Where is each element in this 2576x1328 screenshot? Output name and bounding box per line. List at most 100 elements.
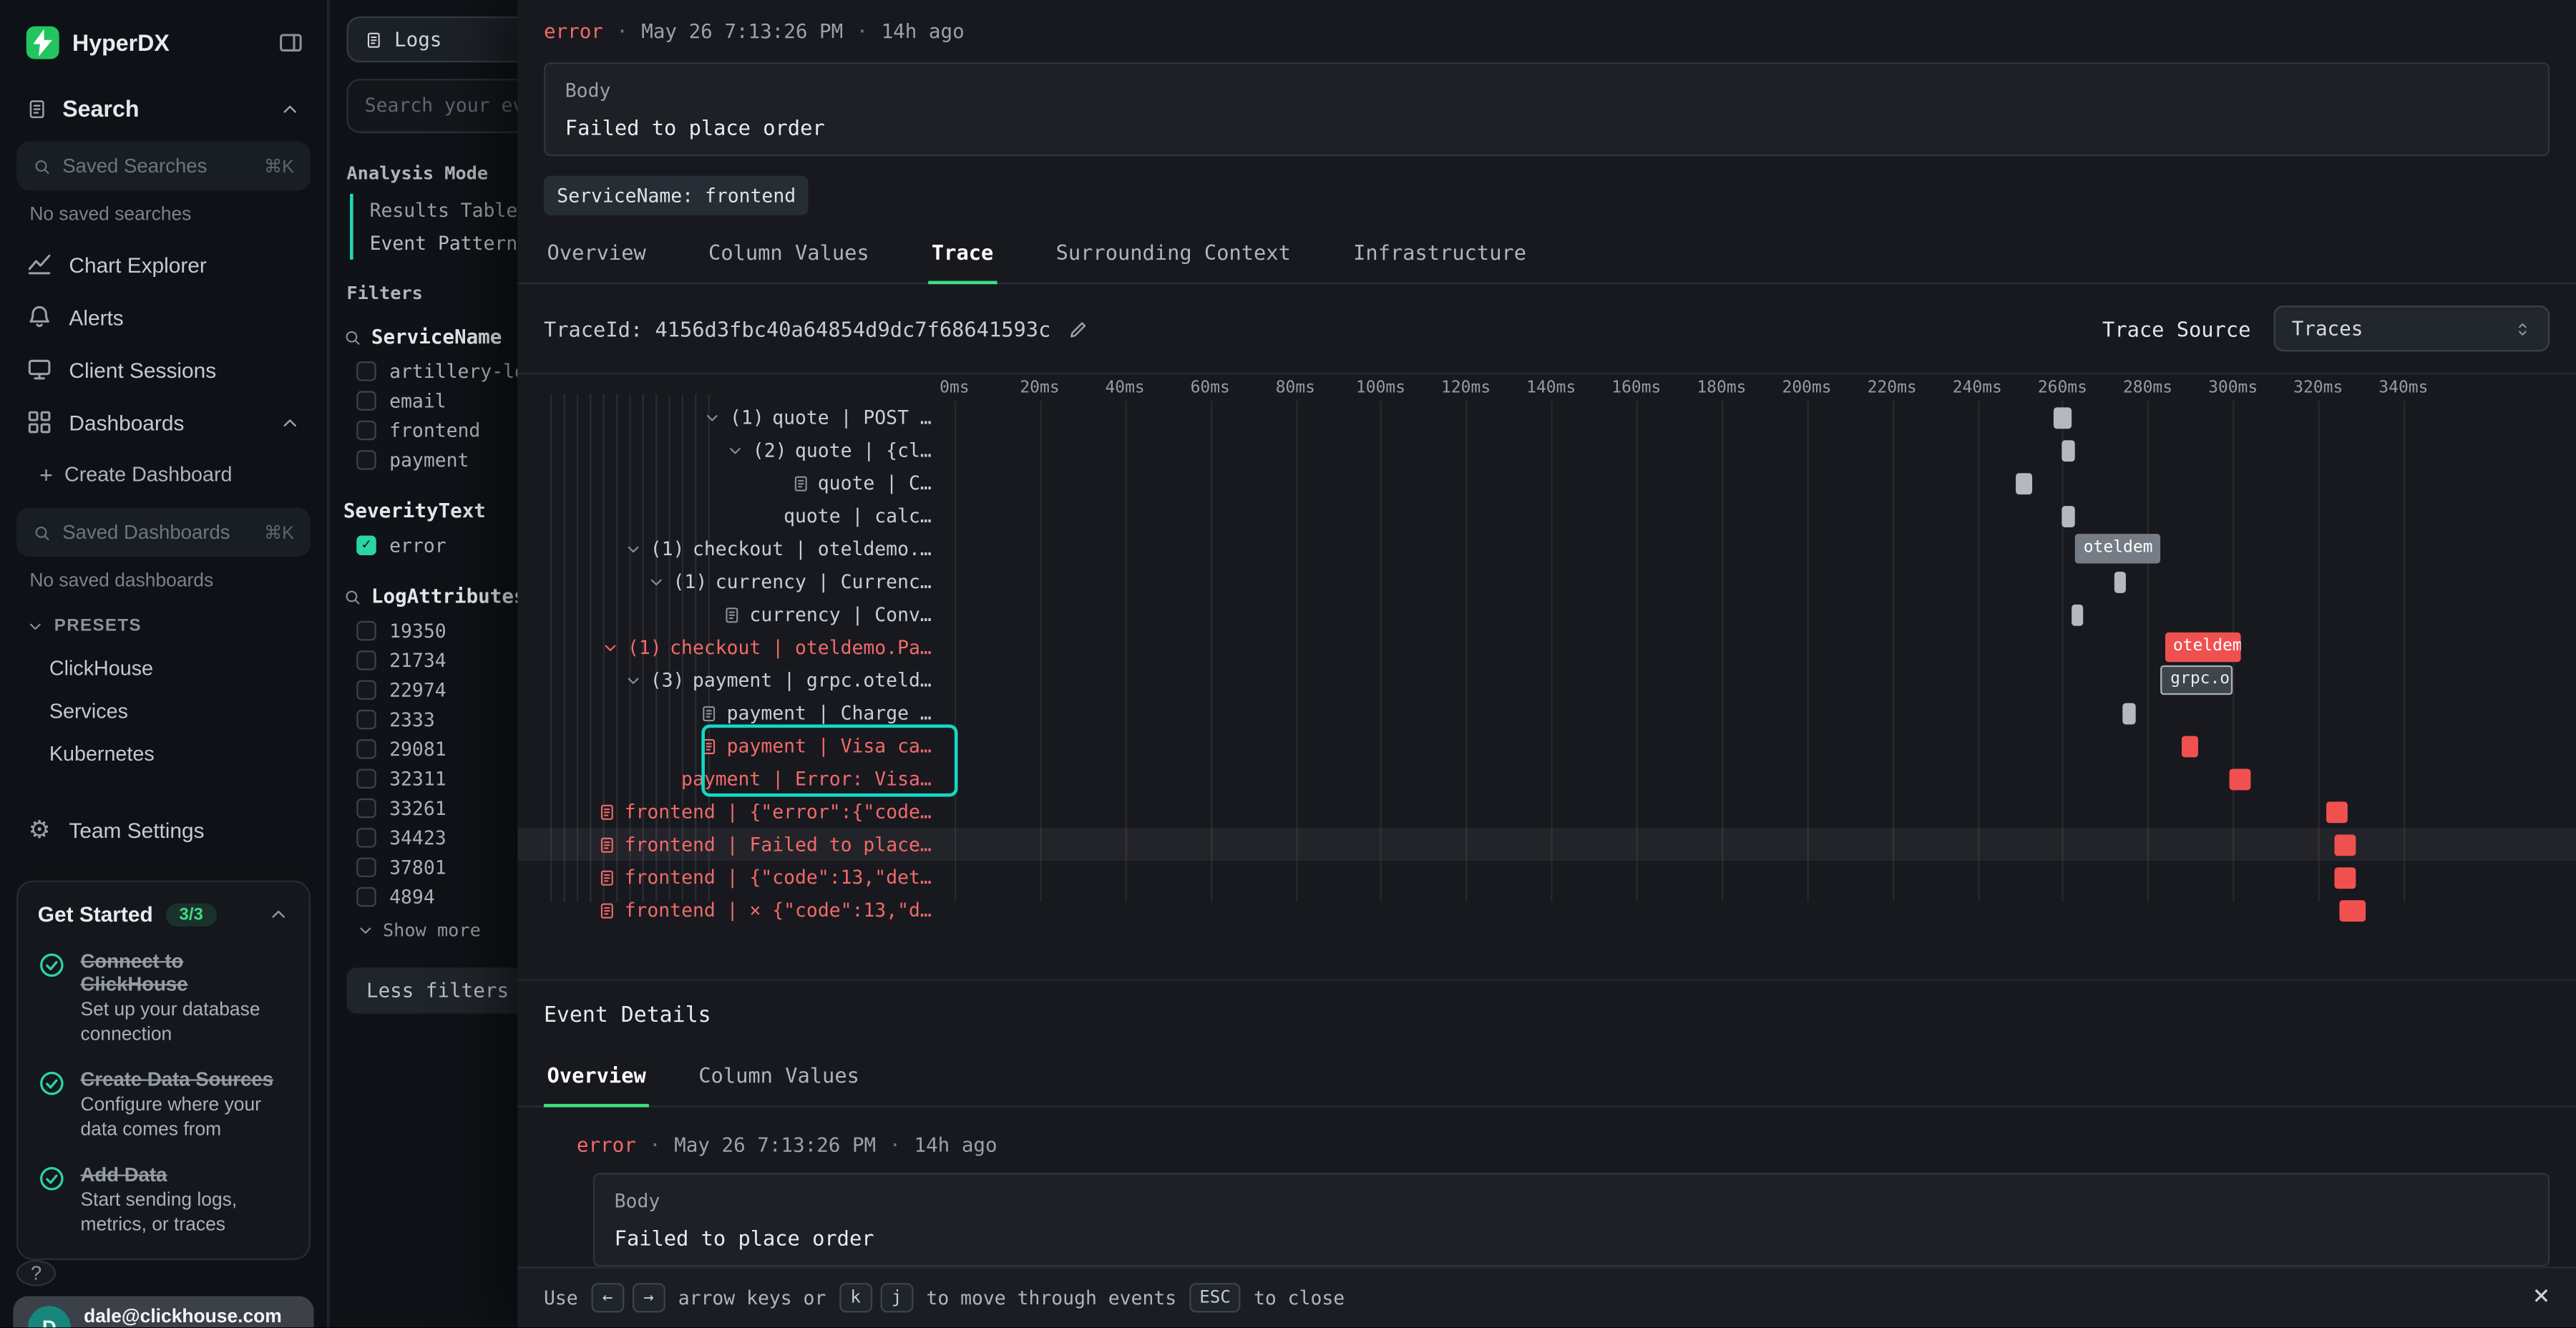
span-label: quote | C…: [818, 472, 932, 494]
collapse-sidebar-icon[interactable]: [278, 29, 304, 56]
trace-bar[interactable]: [2071, 604, 2084, 625]
trace-bar[interactable]: [2340, 899, 2366, 921]
trace-row[interactable]: quote | C…: [517, 467, 2576, 499]
sidebar-item-kubernetes[interactable]: Kubernetes: [0, 733, 327, 776]
trace-row[interactable]: (1)checkout | oteldemo.Pa…oteldem: [517, 631, 2576, 664]
ed-tab-overview[interactable]: Overview: [544, 1045, 649, 1107]
chevron-down-icon[interactable]: [601, 638, 619, 656]
trace-row[interactable]: (1)quote | POST …: [517, 401, 2576, 434]
body-card: Body Failed to place order: [593, 1173, 2550, 1266]
checkbox-icon[interactable]: [356, 828, 376, 848]
tab-infrastructure[interactable]: Infrastructure: [1350, 222, 1530, 284]
edit-icon[interactable]: [1067, 318, 1088, 339]
tick-label: 180ms: [1697, 379, 1746, 397]
close-icon[interactable]: ×: [2533, 1284, 2550, 1312]
tick-label: 160ms: [1611, 379, 1661, 397]
trace-row[interactable]: (3)payment | grpc.oteld…grpc.o: [517, 664, 2576, 697]
chevron-down-icon[interactable]: [624, 671, 642, 689]
trace-row[interactable]: payment | Visa ca…: [517, 729, 2576, 762]
trace-bar[interactable]: [2327, 801, 2348, 822]
chevron-down-icon[interactable]: [647, 572, 665, 590]
ed-tab-column-values[interactable]: Column Values: [696, 1045, 863, 1107]
trace-row-label: frontend | {"code":13,"det…: [544, 866, 955, 889]
trace-row[interactable]: currency | Conv…: [517, 598, 2576, 631]
trace-row[interactable]: (1)currency | Currenc…: [517, 565, 2576, 598]
checkbox-icon[interactable]: [356, 857, 376, 877]
trace-bar[interactable]: [2229, 768, 2250, 789]
trace-bar[interactable]: [2062, 439, 2075, 461]
chevron-down-icon[interactable]: [703, 409, 721, 426]
trace-row[interactable]: payment | Charge …: [517, 696, 2576, 729]
checkbox-icon[interactable]: [356, 680, 376, 700]
trace-row[interactable]: frontend | {"code":13,"det…: [517, 861, 2576, 894]
trace-row[interactable]: (2)quote | {cl…: [517, 434, 2576, 467]
tick-label: 0ms: [940, 379, 969, 397]
help-button[interactable]: ?: [16, 1259, 56, 1286]
span-label: payment | Charge …: [727, 701, 932, 724]
sidebar-item-clickhouse[interactable]: ClickHouse: [0, 648, 327, 690]
team-settings-button[interactable]: ⚙ Team Settings: [0, 799, 327, 861]
checkbox-icon[interactable]: [356, 887, 376, 907]
chevron-down-icon[interactable]: [726, 441, 744, 459]
get-started-item[interactable]: Connect to ClickHouseSet up your databas…: [34, 939, 292, 1058]
get-started-item[interactable]: Create Data SourcesConfigure where your …: [34, 1058, 292, 1153]
trace-row-label: payment | Visa ca…: [544, 734, 955, 757]
checkbox-icon[interactable]: [356, 391, 376, 411]
span-label: checkout | oteldemo.Pa…: [670, 636, 932, 659]
trace-bar[interactable]: [2062, 505, 2075, 527]
create-dashboard-button[interactable]: + Create Dashboard: [0, 449, 327, 501]
service-tag[interactable]: ServiceName: frontend: [544, 176, 809, 215]
trace-bar[interactable]: [2182, 735, 2199, 756]
trace-bar[interactable]: [2336, 834, 2357, 855]
trace-bar[interactable]: oteldem: [2165, 633, 2241, 662]
trace-row[interactable]: frontend | × {"code":13,"d…: [517, 894, 2576, 927]
trace-row[interactable]: frontend | {"error":{"code…: [517, 795, 2576, 828]
presets-header[interactable]: PRESETS: [0, 605, 327, 648]
sidebar-item-client-sessions[interactable]: Client Sessions: [0, 343, 327, 396]
checkbox-icon[interactable]: [356, 739, 376, 759]
drawer-header: error · May 26 7:13:26 PM · 14h ago Body…: [517, 0, 2576, 222]
get-started-item[interactable]: Add DataStart sending logs, metrics, or …: [34, 1153, 292, 1248]
checkbox-icon[interactable]: [356, 421, 376, 441]
tab-column-values[interactable]: Column Values: [705, 222, 872, 284]
trace-row[interactable]: quote | calc…: [517, 499, 2576, 532]
trace-bar[interactable]: [2122, 702, 2135, 723]
get-started-header[interactable]: Get Started 3/3: [34, 899, 292, 939]
trace-bar[interactable]: grpc.o: [2160, 665, 2233, 695]
user-menu[interactable]: D dale@clickhouse.com dale@clickhouse.co…: [13, 1296, 313, 1327]
tab-overview[interactable]: Overview: [544, 222, 649, 284]
chevron-down-icon[interactable]: [624, 540, 642, 557]
span-label: payment | Error: Visa…: [681, 767, 932, 790]
chevron-updown-icon: [2514, 320, 2532, 338]
log-icon: [701, 704, 718, 722]
checkbox-icon[interactable]: [356, 799, 376, 819]
trace-source-label: Trace Source: [2102, 316, 2250, 341]
trace-bar[interactable]: [2054, 406, 2071, 428]
sidebar-item-dashboards[interactable]: Dashboards: [0, 396, 327, 448]
saved-dashboards-input[interactable]: Saved Dashboards ⌘K: [16, 507, 311, 557]
checkbox-icon[interactable]: [356, 621, 376, 641]
trace-bar[interactable]: [2336, 866, 2357, 888]
checkbox-icon[interactable]: [356, 361, 376, 381]
trace-bar[interactable]: [2114, 571, 2127, 592]
trace-row[interactable]: frontend | Failed to place…: [517, 828, 2576, 861]
tab-trace[interactable]: Trace: [928, 222, 997, 284]
trace-row[interactable]: payment | Error: Visa…: [517, 762, 2576, 795]
sidebar-item-alerts[interactable]: Alerts: [0, 290, 327, 343]
checkbox-icon[interactable]: [356, 650, 376, 670]
checkbox-icon[interactable]: [356, 768, 376, 788]
trace-bar[interactable]: [2016, 472, 2033, 494]
search-section-header[interactable]: Search: [0, 82, 327, 135]
trace-row[interactable]: (1)checkout | oteldemo.…oteldem: [517, 532, 2576, 565]
saved-searches-input[interactable]: Saved Searches ⌘K: [16, 141, 311, 190]
tab-surrounding-context[interactable]: Surrounding Context: [1053, 222, 1294, 284]
trace-source-select[interactable]: Traces: [2274, 306, 2550, 351]
checkbox-icon[interactable]: ✓: [356, 535, 376, 555]
sidebar-item-chart-explorer[interactable]: Chart Explorer: [0, 238, 327, 290]
checkbox-icon[interactable]: [356, 710, 376, 730]
tick-label: 20ms: [1020, 379, 1059, 397]
trace-bar[interactable]: oteldem: [2075, 534, 2160, 563]
less-filters-button[interactable]: Less filters: [346, 967, 544, 1013]
checkbox-icon[interactable]: [356, 450, 376, 470]
sidebar-item-services[interactable]: Services: [0, 690, 327, 733]
